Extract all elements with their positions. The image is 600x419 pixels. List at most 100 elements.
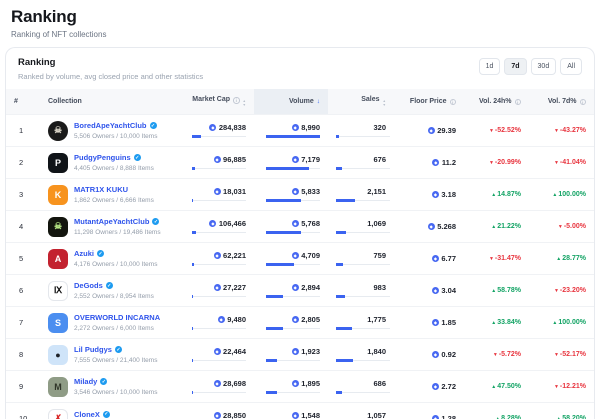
collection-owners: 2,552 Owners / 8,954 Items <box>74 293 154 300</box>
info-icon[interactable]: i <box>450 99 457 106</box>
vol-7d-cell: ▲28.77% <box>529 243 594 275</box>
volume-cell-bar <box>266 232 320 234</box>
time-filter-1d[interactable]: 1d <box>479 58 501 75</box>
verified-badge-icon: ✓ <box>152 218 159 225</box>
collection-name[interactable]: OVERWORLD INCARNA <box>74 313 160 322</box>
market-cap-cell-bar <box>192 136 246 138</box>
market-cap-cell-value-wrap: ◆96,885 <box>184 155 246 164</box>
volume-cell-bar-fill <box>266 199 301 202</box>
collection-name[interactable]: Milady✓ <box>74 377 157 386</box>
table-row: 2PPudgyPenguins✓4,405 Owners / 8,888 Ite… <box>6 147 594 179</box>
volume-cell-bar <box>266 136 320 138</box>
time-filter-7d[interactable]: 7d <box>504 58 526 75</box>
rank-number: 8 <box>6 339 40 371</box>
time-filter-group: 1d7d 30dAll <box>479 57 582 75</box>
collection-meta: DeGods✓ 2,552 Owners / 8,954 Items <box>74 281 154 300</box>
info-icon[interactable]: i <box>233 97 240 104</box>
eth-icon: ◆ <box>209 220 216 227</box>
volume-cell-bar-fill <box>266 135 320 138</box>
collection-avatar: Ⅸ <box>48 281 68 301</box>
time-filter-30d[interactable]: 30d <box>531 58 557 75</box>
collection-name-text: BoredApeYachtClub <box>74 121 147 130</box>
market-cap-cell: ◆284,838 <box>176 115 254 147</box>
collection-avatar: ✗ <box>48 409 68 419</box>
collection-name[interactable]: BoredApeYachtClub✓ <box>74 121 157 130</box>
up-triangle-icon: ▲ <box>491 384 496 390</box>
market-cap-cell-value-wrap: ◆22,464 <box>184 347 246 356</box>
collection-link[interactable]: MMilady✓3,546 Owners / 10,000 Items <box>48 377 168 397</box>
market-cap-cell: ◆27,227 <box>176 275 254 307</box>
vol-24h-cell: ▲58.78% <box>464 275 529 307</box>
vol-7d-cell-text: -52.17% <box>560 351 586 358</box>
sales-cell-value-wrap: 1,069 <box>336 219 386 228</box>
collection-link[interactable]: ✗CloneX✓9,671 Owners / 19,518 Items <box>48 409 168 419</box>
sales-cell-bar-fill <box>336 263 343 266</box>
collection-link[interactable]: ☠MutantApeYachtClub✓11,298 Owners / 19,4… <box>48 217 168 237</box>
column-header-sales[interactable]: Sales ▲▼ <box>328 89 394 115</box>
collection-name[interactable]: MATR1X KUKU <box>74 185 154 194</box>
floor-price-cell: ◆2.72 <box>394 371 464 403</box>
volume-cell-bar-fill <box>266 263 294 266</box>
column-label-sales: Sales <box>361 96 379 103</box>
page-title: Ranking <box>11 7 589 27</box>
market-cap-cell-bar <box>192 392 246 394</box>
vol-7d-cell-value: ▼-5.00% <box>537 223 586 230</box>
volume-cell-value-wrap: ◆1,895 <box>262 379 320 388</box>
column-header-market_cap[interactable]: Market Capi▲▼ <box>176 89 254 115</box>
collection-name[interactable]: CloneX✓ <box>74 410 157 419</box>
market-cap-cell-value: 28,850 <box>223 411 246 419</box>
collection-link[interactable]: AAzuki✓4,176 Owners / 10,000 Items <box>48 249 168 269</box>
sort-icon[interactable]: ▲▼ <box>383 100 386 107</box>
volume-cell-bar <box>266 328 320 330</box>
down-triangle-icon: ▼ <box>558 224 563 230</box>
vol-24h-cell-text: 58.78% <box>497 287 521 294</box>
info-icon[interactable]: i <box>515 99 522 106</box>
sales-cell: 759 <box>328 243 394 275</box>
down-triangle-icon: ▼ <box>554 288 559 294</box>
collection-avatar: K <box>48 185 68 205</box>
sort-down-arrow-icon: ▼ <box>383 104 386 108</box>
eth-icon: ◆ <box>214 156 221 163</box>
vol-7d-cell: ▼-5.00% <box>529 211 594 243</box>
collection-name[interactable]: Azuki✓ <box>74 249 157 258</box>
vol-7d-cell: ▼-12.21% <box>529 371 594 403</box>
market-cap-cell-bar <box>192 200 246 202</box>
sales-cell: 320 <box>328 115 394 147</box>
market-cap-cell-value-wrap: ◆18,031 <box>184 187 246 196</box>
collection-meta: PudgyPenguins✓4,405 Owners / 8,888 Items <box>74 153 154 172</box>
rank-number: 5 <box>6 243 40 275</box>
info-icon[interactable]: i <box>580 99 587 106</box>
volume-cell-value-wrap: ◆5,833 <box>262 187 320 196</box>
eth-icon: ◆ <box>214 348 221 355</box>
floor-price-cell: ◆1.28 <box>394 403 464 419</box>
sort-icon[interactable]: ▲▼ <box>243 100 246 107</box>
volume-cell-value-wrap: ◆1,548 <box>262 411 320 419</box>
vol-7d-cell-text: 100.00% <box>558 319 586 326</box>
collection-name[interactable]: DeGods✓ <box>74 281 154 290</box>
collection-name[interactable]: PudgyPenguins✓ <box>74 153 154 162</box>
volume-cell-bar <box>266 200 320 202</box>
collection-link[interactable]: ☠BoredApeYachtClub✓5,506 Owners / 10,000… <box>48 121 168 141</box>
volume-cell: ◆2,894 <box>254 275 328 307</box>
collection-link[interactable]: Ⅸ DeGods✓ 2,552 Owners / 8,954 Items <box>48 281 168 301</box>
collection-cell: ✗CloneX✓9,671 Owners / 19,518 Items <box>40 403 176 419</box>
rank-number: 7 <box>6 307 40 339</box>
collection-link[interactable]: KMATR1X KUKU1,862 Owners / 6,666 Items <box>48 185 168 205</box>
collection-link[interactable]: PPudgyPenguins✓4,405 Owners / 8,888 Item… <box>48 153 168 173</box>
volume-cell-bar <box>266 264 320 266</box>
collection-link[interactable]: SOVERWORLD INCARNA2,272 Owners / 6,000 I… <box>48 313 168 333</box>
collection-link[interactable]: ●Lil Pudgys✓7,555 Owners / 21,400 Items <box>48 345 168 365</box>
time-filter-all[interactable]: All <box>560 58 582 75</box>
collection-name[interactable]: MutantApeYachtClub✓ <box>74 217 161 226</box>
floor-price-cell-value-wrap: ◆29.39 <box>402 126 456 135</box>
up-triangle-icon: ▲ <box>491 192 496 198</box>
sales-cell-value-wrap: 1,840 <box>336 347 386 356</box>
column-header-volume[interactable]: Volume↓ <box>254 89 328 115</box>
collection-name[interactable]: Lil Pudgys✓ <box>74 345 157 354</box>
collection-avatar: M <box>48 377 68 397</box>
volume-cell-bar <box>266 392 320 394</box>
down-triangle-icon: ▼ <box>489 256 494 262</box>
eth-icon: ◆ <box>432 191 439 198</box>
market-cap-cell-bar <box>192 168 246 170</box>
collection-cell: ●Lil Pudgys✓7,555 Owners / 21,400 Items <box>40 339 176 371</box>
